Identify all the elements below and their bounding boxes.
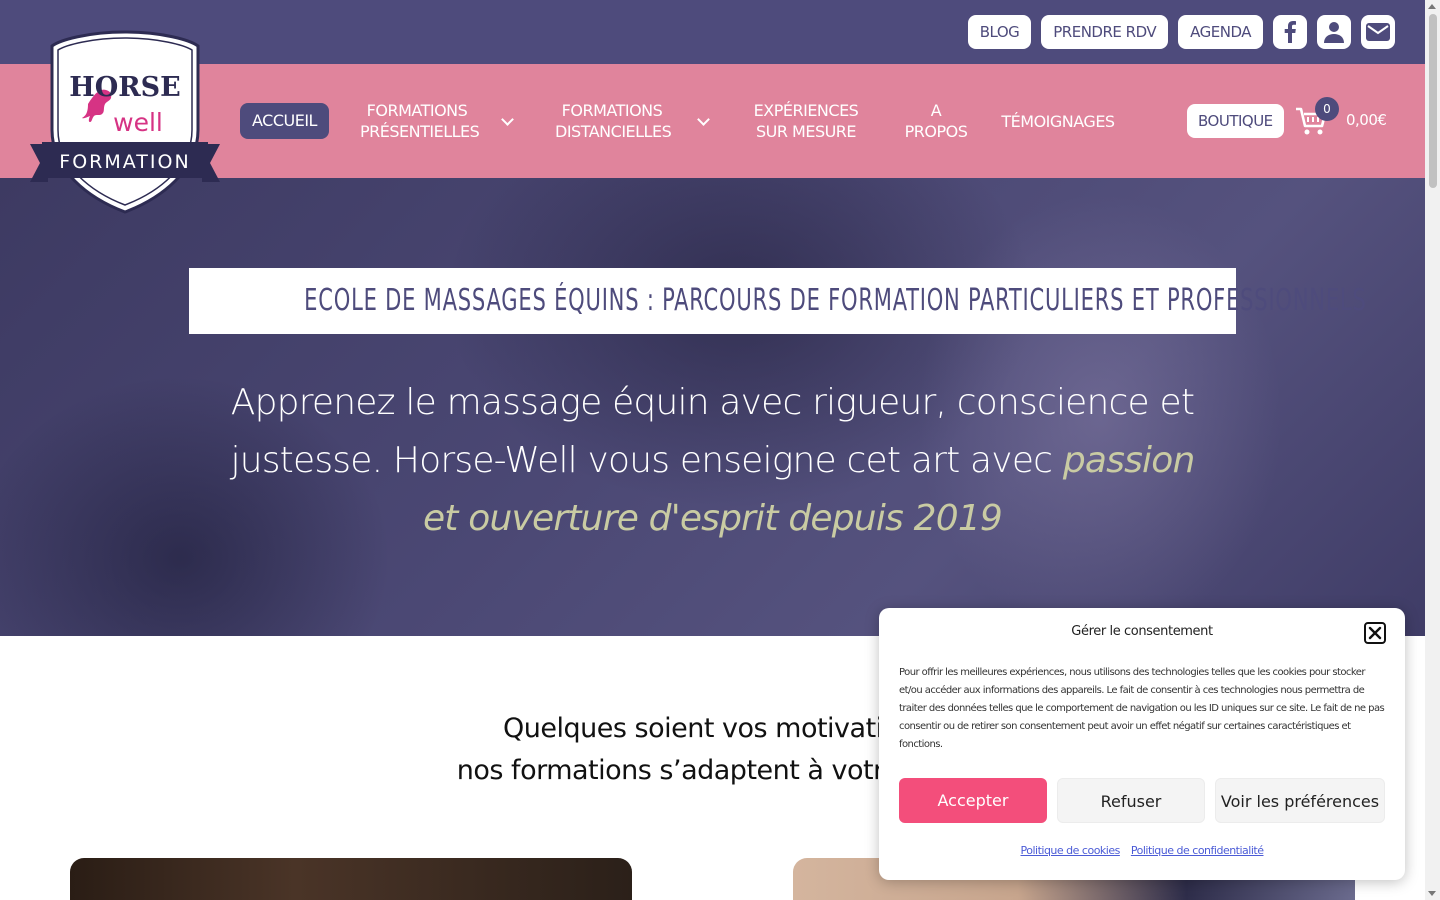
logo-text-horse: HORSE (69, 72, 181, 103)
cookie-title: Gérer le consentement (1071, 624, 1213, 639)
logo-text-well: well (113, 108, 163, 137)
boutique-button[interactable]: BOUTIQUE (1187, 104, 1284, 138)
agenda-link[interactable]: AGENDA (1178, 15, 1263, 49)
hero-title: Ecole de massages équins : parcours de f… (304, 283, 1367, 318)
nav-label-line2: DISTANCIELLES (555, 122, 672, 141)
close-icon[interactable] (1364, 622, 1386, 644)
scrollbar-thumb[interactable] (1429, 14, 1437, 188)
nav-label-line1: FORMATIONS (561, 101, 663, 120)
nav-formations-distancielles[interactable]: FORMATIONS DISTANCIELLES (555, 100, 672, 142)
hero-text-main: Apprenez le massage équin avec rigueur, … (230, 382, 1195, 481)
logo-text-formation: FORMATION (59, 151, 190, 173)
nav-label-line2: PRÉSENTIELLES (360, 122, 480, 141)
mail-icon[interactable] (1361, 15, 1395, 49)
refuse-button[interactable]: Refuser (1057, 778, 1205, 823)
nav-temoignages[interactable]: TÉMOIGNAGES (1000, 111, 1116, 132)
cart-total: 0,00€ (1346, 111, 1387, 129)
hero-title-box: Ecole de massages équins : parcours de f… (189, 268, 1367, 334)
nav-label-line1: EXPÉRIENCES (753, 101, 859, 120)
nav-formations-presentielles[interactable]: FORMATIONS PRÉSENTIELLES (360, 100, 480, 142)
scroll-up-icon[interactable] (1428, 4, 1436, 9)
card-image-presentielle[interactable] (70, 858, 632, 900)
blog-link[interactable]: BLOG (967, 15, 1032, 49)
page-scrollbar[interactable] (1425, 0, 1440, 900)
nav-label-line1: A (930, 101, 942, 120)
cookie-body-text: Pour offrir les meilleures expériences, … (899, 667, 1385, 750)
nav-label-line1: FORMATIONS (366, 101, 468, 120)
cookie-consent-dialog: Gérer le consentement Pour offrir les me… (879, 608, 1405, 880)
accept-button[interactable]: Accepter (899, 778, 1047, 823)
facebook-icon[interactable] (1273, 15, 1307, 49)
nav-experiences-sur-mesure[interactable]: EXPÉRIENCES SUR MESURE (752, 100, 860, 142)
cart-count-badge: 0 (1315, 97, 1339, 121)
horse-well-logo[interactable]: HORSE well FORMATION (28, 30, 222, 214)
cookie-policy-link[interactable]: Politique de cookies (1021, 844, 1121, 857)
user-icon[interactable] (1317, 15, 1351, 49)
nav-a-propos[interactable]: A PROPOS (900, 100, 972, 142)
cookie-policy-links: Politique de cookies Politique de confid… (879, 844, 1405, 857)
nav-accueil[interactable]: ACCUEIL (240, 103, 329, 139)
preferences-button[interactable]: Voir les préférences (1215, 778, 1385, 823)
scroll-down-icon[interactable] (1428, 891, 1436, 896)
prendre-rdv-link[interactable]: PRENDRE RDV (1041, 15, 1169, 49)
hero-text: Apprenez le massage équin avec rigueur, … (220, 374, 1205, 548)
hero-banner: Ecole de massages équins : parcours de f… (0, 178, 1425, 636)
top-links: BLOG PRENDRE RDV AGENDA (967, 15, 1395, 49)
nav-label-line2: SUR MESURE (755, 122, 857, 141)
nav-label-line2: PROPOS (904, 122, 968, 141)
privacy-policy-link[interactable]: Politique de confidentialité (1131, 844, 1264, 857)
